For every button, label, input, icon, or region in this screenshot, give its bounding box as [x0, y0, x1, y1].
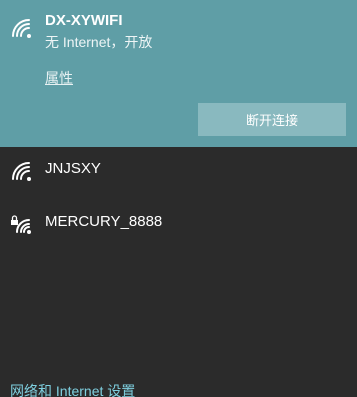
network-item[interactable]: MERCURY_8888	[0, 200, 357, 250]
network-settings-link[interactable]: 网络和 Internet 设置	[10, 381, 135, 397]
wifi-secured-icon	[10, 214, 36, 236]
network-name: DX-XYWIFI	[45, 12, 123, 29]
connected-network-item[interactable]: DX-XYWIFI 无 Internet，开放 属性 断开连接	[0, 0, 357, 147]
wifi-signal-icon	[10, 161, 36, 183]
network-name: JNJSXY	[45, 160, 101, 177]
properties-link[interactable]: 属性	[45, 68, 73, 88]
network-name: MERCURY_8888	[45, 213, 163, 230]
network-status: 无 Internet，开放	[45, 34, 153, 50]
wifi-signal-icon	[10, 18, 36, 40]
wifi-flyout-panel: DX-XYWIFI 无 Internet，开放 属性 断开连接 JNJSXY M…	[0, 0, 357, 397]
network-item[interactable]: JNJSXY	[0, 147, 357, 197]
disconnect-button[interactable]: 断开连接	[198, 103, 346, 136]
